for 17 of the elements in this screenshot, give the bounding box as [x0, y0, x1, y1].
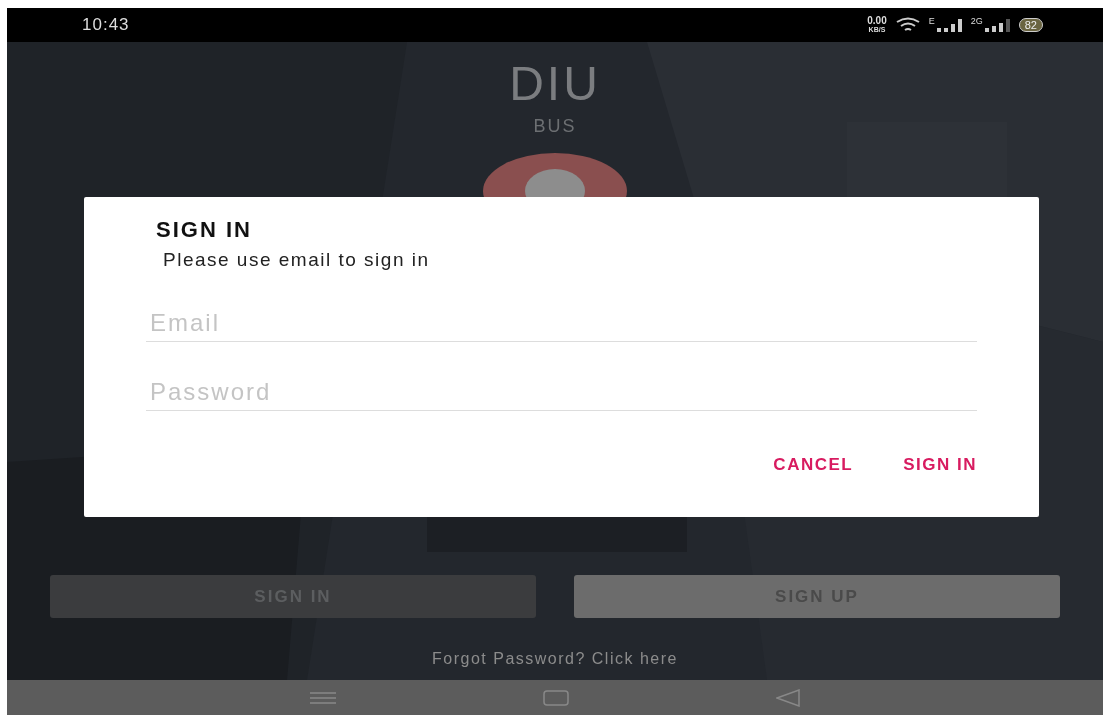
menu-icon[interactable]	[310, 691, 337, 704]
dialog-button[interactable]: CANCEL	[773, 451, 854, 479]
signal-icon	[936, 18, 963, 32]
network-label: 2G	[970, 16, 983, 26]
forgot-password-link[interactable]: Forgot Password? Click here	[432, 650, 678, 668]
back-icon[interactable]	[775, 688, 800, 707]
network-label: E	[928, 16, 935, 26]
dialog-message: Please use email to sign in	[163, 249, 431, 271]
app-subtitle: BUS	[533, 116, 577, 137]
battery-indicator: 82	[1018, 18, 1043, 32]
wifi-icon	[894, 17, 921, 33]
signal-icon	[984, 18, 1011, 32]
dialog-title: SIGN IN	[156, 217, 253, 243]
app-title: DIU	[509, 58, 601, 110]
dialog-button[interactable]: SIGN IN	[903, 451, 977, 479]
status-time: 10:43	[82, 15, 130, 35]
home-icon[interactable]	[543, 689, 569, 706]
